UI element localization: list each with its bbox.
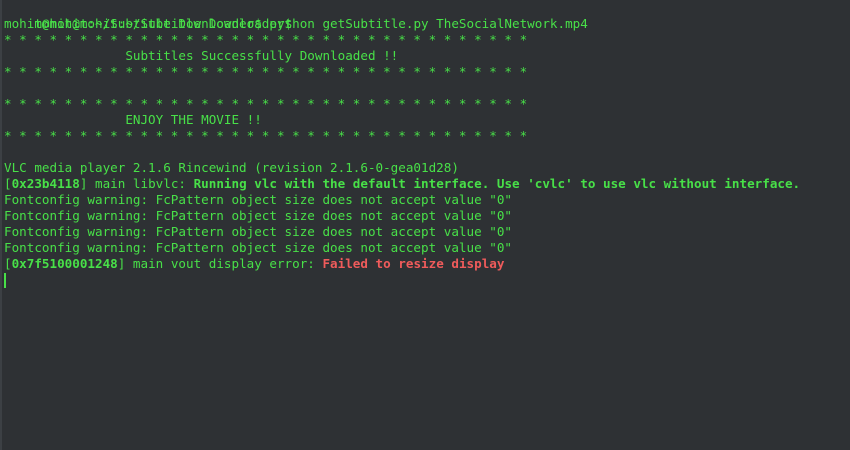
- log-bracket: [: [4, 176, 12, 191]
- enjoy-message: ENJOY THE MOVIE !!: [4, 112, 262, 127]
- fontconfig-warning: Fontconfig warning: FcPattern object siz…: [4, 224, 512, 239]
- star-divider: * * * * * * * * * * * * * * * * * * * * …: [4, 64, 528, 79]
- downloaded-message: Subtitles Successfully Downloaded !!: [4, 48, 399, 63]
- typed-command: python getSubtitle.py TheSocialNetwork.m…: [261, 16, 588, 31]
- shell-prompt: mohit@mohit:~/Subtitle Downloader$: [4, 16, 262, 31]
- error-message: Failed to resize display: [322, 256, 505, 271]
- vout-error-line: [0x7f5100001248] main vout display error…: [4, 256, 850, 272]
- text-cursor: [4, 273, 6, 288]
- log-source: ] main libvlc:: [79, 176, 194, 191]
- terminal-window[interactable]: mohit@mohit:~/Subtitle Downloader$ mohit…: [0, 0, 850, 450]
- command-line: mohit@mohit:~/Subtitle Downloader$ pytho…: [4, 16, 850, 32]
- fontconfig-warning: Fontconfig warning: FcPattern object siz…: [4, 192, 512, 207]
- star-divider: * * * * * * * * * * * * * * * * * * * * …: [4, 128, 528, 143]
- log-bracket: [: [4, 256, 12, 271]
- log-address: 0x7f5100001248: [11, 256, 118, 271]
- log-message: Running vlc with the default interface. …: [193, 176, 801, 191]
- star-divider: * * * * * * * * * * * * * * * * * * * * …: [4, 96, 528, 111]
- star-divider: * * * * * * * * * * * * * * * * * * * * …: [4, 32, 528, 47]
- log-address: 0x23b4118: [11, 176, 80, 191]
- log-source: ] main vout display error:: [117, 256, 323, 271]
- libvlc-log-line: [0x23b4118] main libvlc: Running vlc wit…: [4, 176, 850, 192]
- vlc-version-line: VLC media player 2.1.6 Rincewind (revisi…: [4, 160, 459, 175]
- cursor-line[interactable]: [4, 272, 850, 288]
- prompt-line: mohit@mohit:~/Subtitle Downloader$: [4, 0, 850, 31]
- terminal-left-border: [0, 0, 2, 450]
- fontconfig-warning: Fontconfig warning: FcPattern object siz…: [4, 208, 512, 223]
- fontconfig-warning: Fontconfig warning: FcPattern object siz…: [4, 240, 512, 255]
